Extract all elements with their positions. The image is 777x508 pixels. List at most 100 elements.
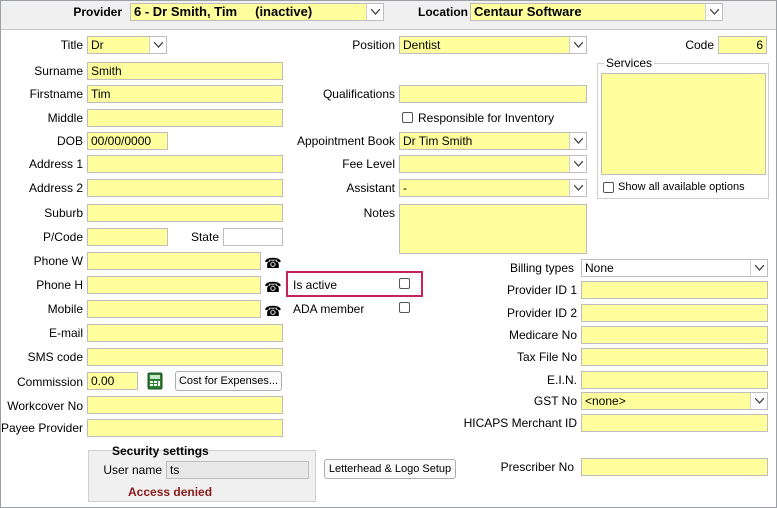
code-input[interactable]: 6 xyxy=(718,36,767,54)
access-denied-text: Access denied xyxy=(128,485,213,499)
chevron-down-icon[interactable] xyxy=(149,37,166,53)
chevron-down-icon[interactable] xyxy=(569,156,586,172)
provider-id2-label: Provider ID 2 xyxy=(506,306,577,320)
show-all-options-label: Show all available options xyxy=(618,181,745,193)
is-active-label: Is active xyxy=(293,278,338,292)
sms-label: SMS code xyxy=(27,350,83,364)
apptbook-label: Appointment Book xyxy=(296,134,395,148)
responsible-inventory-checkbox[interactable] xyxy=(402,112,413,123)
username-label: User name xyxy=(103,463,162,477)
taxfile-label: Tax File No xyxy=(516,350,577,364)
billing-types-value: None xyxy=(585,261,614,275)
assistant-select[interactable]: - xyxy=(399,179,587,197)
surname-input[interactable]: Smith xyxy=(87,62,283,80)
address2-input[interactable] xyxy=(87,179,283,197)
assistant-select-value: - xyxy=(403,181,407,195)
hicaps-label: HICAPS Merchant ID xyxy=(463,416,577,430)
chevron-down-icon[interactable] xyxy=(569,37,586,53)
suburb-input[interactable] xyxy=(87,204,283,222)
gst-label: GST No xyxy=(533,394,577,408)
apptbook-select-value: Dr Tim Smith xyxy=(403,134,473,148)
billing-types-select[interactable]: None xyxy=(581,259,768,277)
is-active-checkbox[interactable] xyxy=(399,278,410,289)
calculator-icon[interactable] xyxy=(145,371,165,391)
phone-icon[interactable]: ☎ xyxy=(263,254,283,272)
prescriber-input[interactable] xyxy=(581,458,768,476)
apptbook-select[interactable]: Dr Tim Smith xyxy=(399,132,587,150)
services-title: Services xyxy=(604,56,655,70)
show-all-options-checkbox[interactable] xyxy=(603,182,614,193)
username-input[interactable]: ts xyxy=(166,461,309,479)
firstname-input[interactable]: Tim xyxy=(87,85,283,103)
phone-icon[interactable]: ☎ xyxy=(263,302,283,320)
feelevel-label: Fee Level xyxy=(342,157,395,171)
phone-icon[interactable]: ☎ xyxy=(263,278,283,296)
commission-input[interactable]: 0.00 xyxy=(87,372,138,390)
qualifications-label: Qualifications xyxy=(322,87,395,101)
payee-input[interactable] xyxy=(87,419,283,437)
chevron-down-icon[interactable] xyxy=(750,393,767,409)
taxfile-input[interactable] xyxy=(581,348,768,366)
provider-select[interactable]: 6 - Dr Smith, Tim (inactive) xyxy=(130,3,384,21)
phonew-input[interactable] xyxy=(87,252,261,270)
state-input[interactable] xyxy=(223,228,283,246)
position-select[interactable]: Dentist xyxy=(399,36,587,54)
notes-textarea[interactable] xyxy=(399,204,587,254)
provider-label: Provider xyxy=(73,5,122,19)
mobile-label: Mobile xyxy=(47,302,83,316)
chevron-down-icon[interactable] xyxy=(569,180,586,196)
gst-select[interactable]: <none> xyxy=(581,392,768,410)
chevron-down-icon[interactable] xyxy=(569,133,586,149)
sms-input[interactable] xyxy=(87,348,283,366)
hicaps-input[interactable] xyxy=(581,414,768,432)
ein-input[interactable] xyxy=(581,371,768,389)
pcode-input[interactable] xyxy=(87,228,168,246)
provider-id1-label: Provider ID 1 xyxy=(506,283,577,297)
address1-input[interactable] xyxy=(87,155,283,173)
letterhead-logo-button[interactable]: Letterhead & Logo Setup xyxy=(324,459,456,479)
gst-select-value: <none> xyxy=(585,394,626,408)
notes-label: Notes xyxy=(363,206,395,220)
phoneh-input[interactable] xyxy=(87,276,261,294)
ada-member-checkbox[interactable] xyxy=(399,302,410,313)
location-select[interactable]: Centaur Software xyxy=(470,3,723,21)
billing-types-label: Billing types xyxy=(509,261,574,275)
qualifications-input[interactable] xyxy=(399,85,587,103)
provider-id1-input[interactable] xyxy=(581,281,768,299)
dob-input[interactable]: 00/00/0000 xyxy=(87,132,168,150)
services-list[interactable] xyxy=(601,73,766,175)
state-label: State xyxy=(190,230,219,244)
chevron-down-icon[interactable] xyxy=(705,4,722,20)
dob-label: DOB xyxy=(56,134,83,148)
medicare-input[interactable] xyxy=(581,326,768,344)
phoneh-label: Phone H xyxy=(36,278,83,292)
mobile-input[interactable] xyxy=(87,300,261,318)
email-label: E-mail xyxy=(48,326,83,340)
middle-input[interactable] xyxy=(87,109,283,127)
firstname-label: Firstname xyxy=(29,87,83,101)
responsible-inventory-label: Responsible for Inventory xyxy=(418,111,555,125)
location-select-value: Centaur Software xyxy=(474,4,582,19)
ein-label: E.I.N. xyxy=(546,373,577,387)
provider-id2-input[interactable] xyxy=(581,304,768,322)
ada-member-label: ADA member xyxy=(293,302,365,316)
medicare-label: Medicare No xyxy=(508,328,577,342)
cost-for-expenses-button[interactable]: Cost for Expenses... xyxy=(175,371,282,391)
workcover-input[interactable] xyxy=(87,396,283,414)
code-label: Code xyxy=(685,38,714,52)
assistant-label: Assistant xyxy=(346,181,395,195)
email-input[interactable] xyxy=(87,324,283,342)
security-settings-title: Security settings xyxy=(112,444,209,458)
feelevel-select[interactable] xyxy=(399,155,587,173)
provider-select-value: 6 - Dr Smith, Tim (inactive) xyxy=(134,4,313,19)
suburb-label: Suburb xyxy=(44,206,83,220)
title-select[interactable]: Dr xyxy=(87,36,167,54)
surname-label: Surname xyxy=(34,64,83,78)
chevron-down-icon[interactable] xyxy=(750,260,767,276)
phonew-label: Phone W xyxy=(33,254,83,268)
workcover-label: Workcover No xyxy=(7,399,83,413)
chevron-down-icon[interactable] xyxy=(366,4,383,20)
commission-label: Commission xyxy=(16,375,83,389)
address1-label: Address 1 xyxy=(28,157,83,171)
prescriber-label: Prescriber No xyxy=(500,460,574,474)
